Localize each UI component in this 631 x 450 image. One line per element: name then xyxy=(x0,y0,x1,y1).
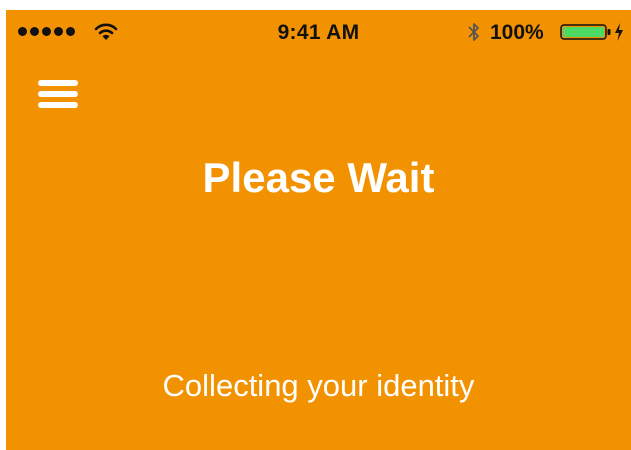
charging-bolt-icon xyxy=(615,23,623,41)
hamburger-menu-icon[interactable] xyxy=(36,74,80,114)
app-screen: 9:41 AM 100% Please Wait Collecting your… xyxy=(6,10,631,450)
battery-percent: 100% xyxy=(490,21,544,44)
status-bar: 9:41 AM 100% xyxy=(6,10,631,54)
bluetooth-icon xyxy=(468,23,479,41)
battery-icon xyxy=(560,24,611,40)
status-message: Collecting your identity xyxy=(162,368,475,403)
page-title: Please Wait xyxy=(202,154,435,201)
